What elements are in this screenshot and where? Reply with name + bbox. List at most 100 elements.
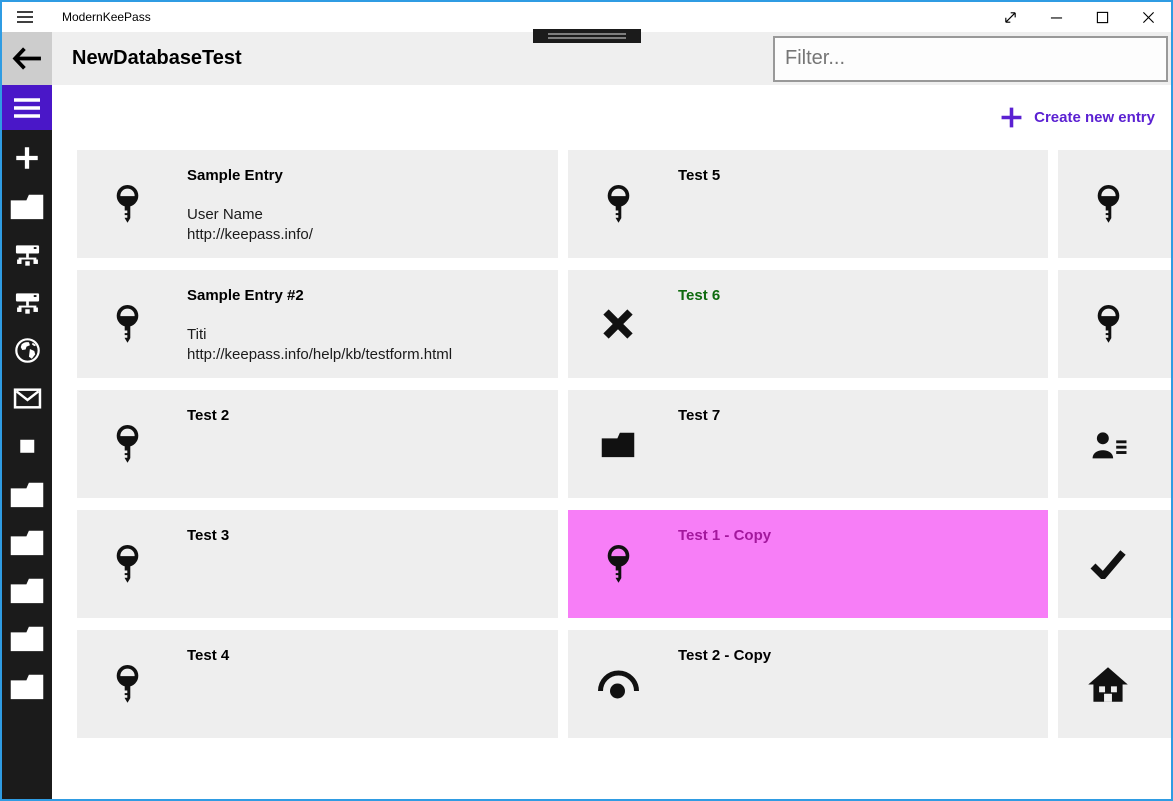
filter-input[interactable]	[773, 35, 1168, 82]
sidebar-item-2[interactable]	[2, 182, 52, 230]
entry-card[interactable]: Test 2 - Copy	[568, 630, 1048, 738]
sidebar-item-4[interactable]	[2, 278, 52, 326]
back-button[interactable]	[2, 32, 52, 85]
plus-icon	[13, 144, 41, 172]
entry-title: Sample Entry	[187, 167, 283, 184]
close-icon	[1142, 11, 1155, 24]
hamburger-icon	[13, 97, 41, 119]
entry-card[interactable]: Test 3	[77, 510, 558, 618]
globe-icon	[14, 337, 41, 364]
entries-grid: Sample Entry User Name http://keepass.info…	[77, 150, 1171, 738]
entry-detail-line: Titi	[187, 326, 207, 343]
folder-icon	[8, 623, 46, 653]
sidebar-item-5[interactable]	[2, 326, 52, 374]
entry-title: Test 5	[678, 167, 721, 184]
page-title: NewDatabaseTest	[72, 47, 242, 69]
entry-card[interactable]: Test 6	[568, 270, 1048, 378]
plus-icon	[1000, 106, 1023, 129]
network-icon	[14, 241, 41, 268]
x-icon	[601, 307, 635, 341]
app-window: ModernKeePass NewDatabaseTest Filter... …	[0, 0, 1173, 801]
create-new-entry-button[interactable]: Create new entry	[1000, 106, 1155, 129]
sidebar-item-12[interactable]	[2, 662, 52, 710]
key-icon	[605, 541, 632, 587]
maximize-icon	[1096, 11, 1109, 24]
entry-card[interactable]: Test 7	[568, 390, 1048, 498]
entry-title: Test 7	[678, 407, 721, 424]
eye-icon	[596, 669, 641, 699]
folder-icon	[599, 429, 637, 459]
entry-details: Titi http://keepass.info/help/kb/testform…	[187, 325, 558, 364]
entry-card[interactable]	[1058, 270, 1171, 378]
create-new-entry-label: Create new entry	[1034, 109, 1155, 126]
nav-menu-button[interactable]	[2, 85, 52, 130]
titlebar-menu-button[interactable]	[2, 2, 48, 32]
key-icon	[1095, 181, 1122, 227]
sidebar-item-8[interactable]	[2, 470, 52, 518]
square-icon	[14, 433, 41, 460]
entry-title: Test 6	[678, 287, 721, 304]
key-icon	[114, 181, 141, 227]
close-button[interactable]	[1125, 2, 1171, 32]
check-icon	[1089, 549, 1127, 579]
home-icon	[1087, 665, 1129, 704]
entry-title: Test 4	[187, 647, 230, 664]
sidebar-item-6[interactable]	[2, 374, 52, 422]
key-icon	[114, 421, 141, 467]
key-icon	[114, 661, 141, 707]
window-controls	[987, 2, 1171, 32]
sidebar-item-3[interactable]	[2, 230, 52, 278]
entry-details: User Name http://keepass.info/	[187, 205, 558, 244]
command-bar: Create new entry	[52, 85, 1171, 150]
sidebar-item-1[interactable]	[2, 134, 52, 182]
entry-title: Test 2	[187, 407, 230, 424]
entry-title: Test 3	[187, 527, 230, 544]
entry-detail-line: User Name	[187, 206, 263, 223]
entry-card[interactable]	[1058, 150, 1171, 258]
folder-icon	[8, 191, 46, 221]
back-arrow-icon	[12, 46, 43, 71]
entry-card[interactable]: Sample Entry User Name http://keepass.info…	[77, 150, 558, 258]
sidebar-item-11[interactable]	[2, 614, 52, 662]
mail-icon	[13, 387, 42, 410]
folder-icon	[8, 527, 46, 557]
minimize-icon	[1050, 11, 1063, 24]
contact-list-icon	[1090, 429, 1127, 460]
minimize-button[interactable]	[1033, 2, 1079, 32]
entry-card[interactable]: Sample Entry #2 Titi http://keepass.info/h…	[77, 270, 558, 378]
entry-card[interactable]: Test 5	[568, 150, 1048, 258]
entry-detail-line: http://keepass.info/	[187, 225, 313, 243]
key-icon	[114, 541, 141, 587]
sidebar-item-9[interactable]	[2, 518, 52, 566]
folder-icon	[8, 671, 46, 701]
sidebar	[2, 85, 52, 799]
entry-title: Test 1 - Copy	[678, 527, 772, 544]
titlebar: ModernKeePass	[2, 2, 1171, 32]
entry-title: Test 2 - Copy	[678, 647, 772, 664]
entry-card[interactable]: Test 2	[77, 390, 558, 498]
entry-card[interactable]	[1058, 390, 1171, 498]
diagonal-resize-icon	[1003, 10, 1018, 25]
sidebar-item-7[interactable]	[2, 422, 52, 470]
main-content: Create new entry Sample Entry User Name ht…	[52, 85, 1171, 799]
entry-card[interactable]	[1058, 630, 1171, 738]
header: NewDatabaseTest	[2, 29, 1171, 85]
key-icon	[1095, 301, 1122, 347]
sidebar-item-10[interactable]	[2, 566, 52, 614]
entry-detail-line: http://keepass.info/help/kb/testform.htm…	[187, 345, 453, 363]
key-icon	[605, 181, 632, 227]
folder-icon	[8, 575, 46, 605]
entry-card[interactable]: Test 4	[77, 630, 558, 738]
key-icon	[114, 301, 141, 347]
entry-title: Sample Entry #2	[187, 287, 304, 304]
entry-card[interactable]	[1058, 510, 1171, 618]
black-overlay-bar	[533, 29, 641, 43]
entry-card[interactable]: Test 1 - Copy	[568, 510, 1048, 618]
network-icon	[14, 289, 41, 316]
titlebar-menu-icon	[17, 11, 33, 23]
maximize-button[interactable]	[1079, 2, 1125, 32]
folder-icon	[8, 479, 46, 509]
window-title: ModernKeePass	[62, 10, 151, 24]
sidebar-nav	[2, 130, 52, 710]
fullscreen-button[interactable]	[987, 2, 1033, 32]
